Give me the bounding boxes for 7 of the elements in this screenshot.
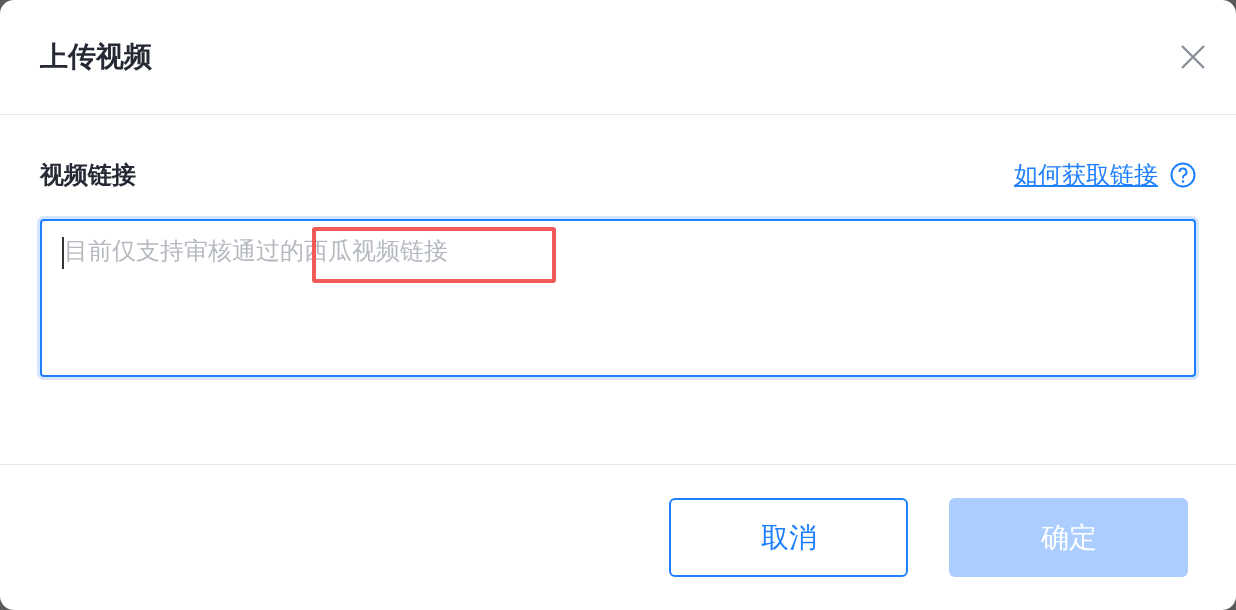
help-icon[interactable] <box>1170 162 1196 188</box>
close-icon <box>1180 44 1206 70</box>
text-caret <box>62 237 64 269</box>
field-label: 视频链接 <box>40 160 136 191</box>
dialog-title: 上传视频 <box>40 39 152 75</box>
help-link[interactable]: 如何获取链接 <box>1014 159 1158 191</box>
cancel-button[interactable]: 取消 <box>669 498 908 577</box>
